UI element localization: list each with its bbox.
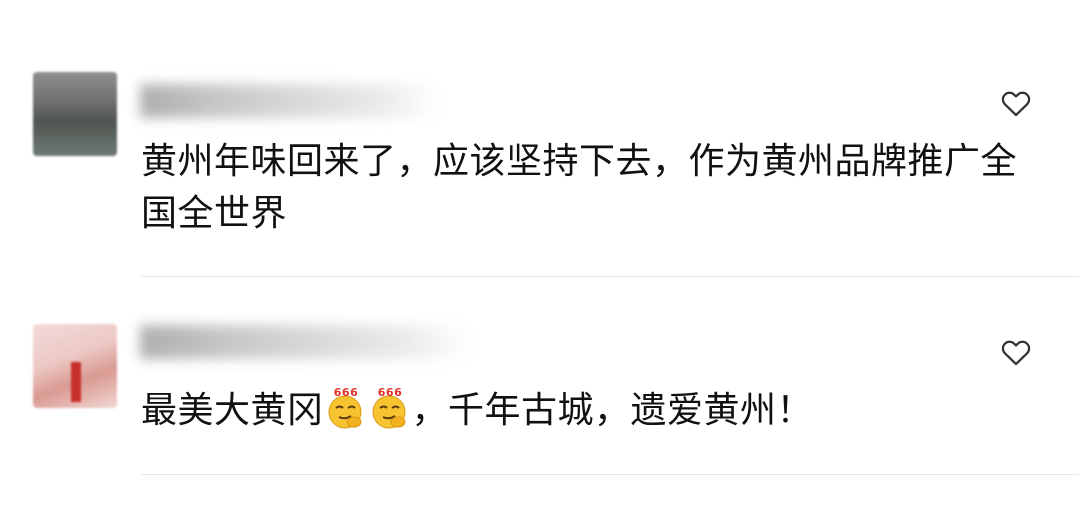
heart-icon[interactable] — [999, 335, 1033, 369]
comment-text-start: 最美大黄冈 — [141, 390, 324, 431]
comment-text: 最美大黄冈 666 666 ，千年古城，遗爱黄州！ — [141, 385, 1046, 437]
666-emoji-icon: 666 — [324, 386, 368, 430]
comment-divider — [141, 474, 1079, 475]
comment-text-end: ，千年古城，遗爱黄州！ — [411, 390, 814, 431]
user-avatar[interactable] — [33, 324, 117, 408]
username-blurred[interactable] — [140, 325, 470, 359]
666-emoji-icon: 666 — [368, 386, 412, 430]
emoji-badge: 666 — [377, 386, 401, 399]
emoji-badge: 666 — [333, 386, 357, 399]
comment-item: 最美大黄冈 666 666 ，千年古城，遗爱黄州！ — [0, 0, 1079, 508]
